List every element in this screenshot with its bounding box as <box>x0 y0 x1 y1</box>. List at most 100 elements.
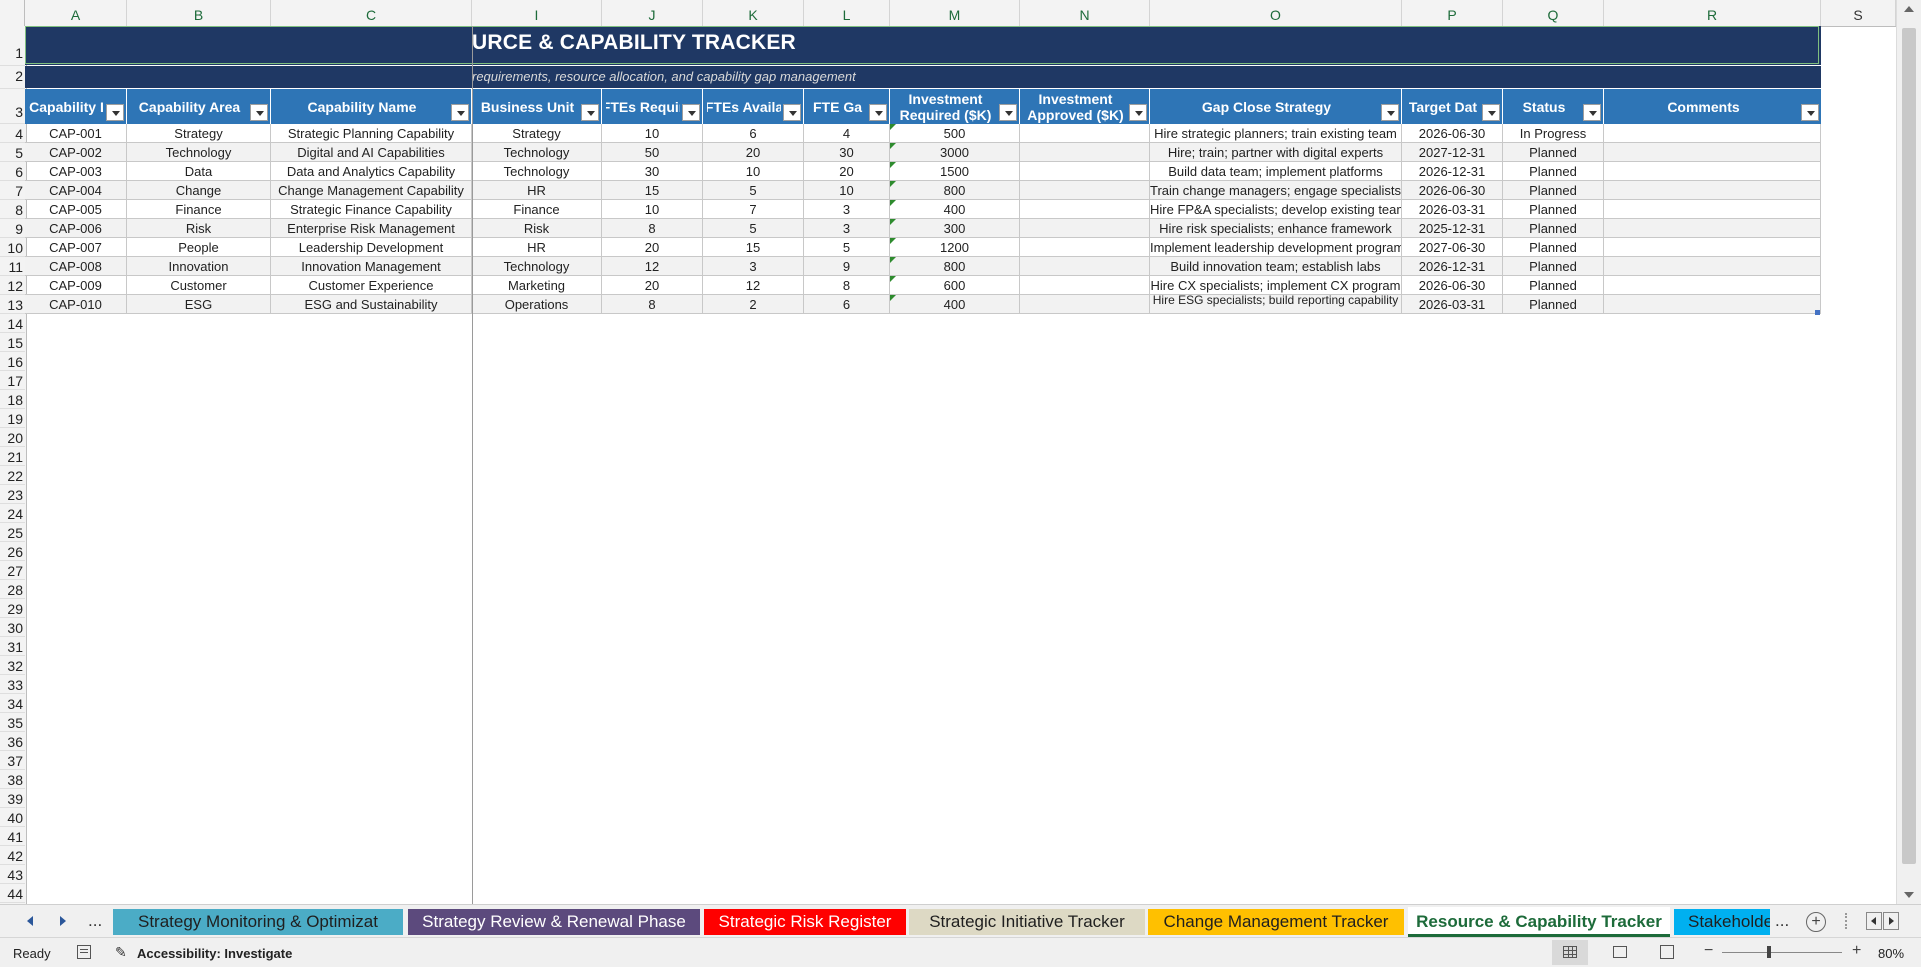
table-cell[interactable] <box>1604 200 1821 219</box>
error-indicator-icon[interactable] <box>890 124 896 130</box>
error-indicator-icon[interactable] <box>890 238 896 244</box>
table-cell[interactable] <box>1020 276 1150 295</box>
table-cell[interactable] <box>1020 200 1150 219</box>
table-cell[interactable]: 3 <box>804 200 890 219</box>
table-cell[interactable]: Marketing <box>472 276 602 295</box>
row-header[interactable]: 29 <box>0 599 25 618</box>
table-cell[interactable]: 2026-06-30 <box>1402 276 1503 295</box>
table-cell[interactable]: Leadership Development <box>271 238 472 257</box>
filter-dropdown-icon[interactable] <box>1129 104 1147 121</box>
filter-dropdown-icon[interactable] <box>783 104 801 121</box>
table-cell[interactable] <box>1020 219 1150 238</box>
row-header[interactable]: 42 <box>0 846 25 865</box>
tab-strategy-review[interactable]: Strategy Review & Renewal Phase <box>408 909 700 935</box>
row-header[interactable]: 40 <box>0 808 25 827</box>
vertical-scrollbar[interactable] <box>1896 0 1921 904</box>
error-indicator-icon[interactable] <box>890 219 896 225</box>
hscroll-right-button[interactable] <box>1883 912 1899 930</box>
table-cell[interactable]: Planned <box>1503 276 1604 295</box>
table-cell[interactable]: Hire CX specialists; implement CX progra… <box>1150 276 1402 295</box>
table-cell[interactable]: 20 <box>703 143 804 162</box>
table-cell[interactable]: People <box>127 238 271 257</box>
page-break-preview-icon[interactable] <box>1660 945 1674 959</box>
row-header[interactable]: 37 <box>0 751 25 770</box>
table-cell[interactable] <box>1604 295 1821 314</box>
table-cell[interactable]: 12 <box>703 276 804 295</box>
filter-dropdown-icon[interactable] <box>999 104 1017 121</box>
table-cell[interactable]: 30 <box>602 162 703 181</box>
column-header-s[interactable]: S <box>1821 0 1896 26</box>
row-header[interactable]: 18 <box>0 390 25 409</box>
row-header[interactable]: 6 <box>0 162 25 181</box>
table-cell[interactable]: 5 <box>703 181 804 200</box>
hscroll-left-button[interactable] <box>1866 912 1882 930</box>
table-cell[interactable]: 20 <box>602 238 703 257</box>
table-cell[interactable]: 12 <box>602 257 703 276</box>
table-cell[interactable]: Planned <box>1503 238 1604 257</box>
table-cell[interactable]: Risk <box>127 219 271 238</box>
row-header[interactable]: 43 <box>0 865 25 884</box>
table-cell[interactable]: Hire ESG specialists; build reporting ca… <box>1150 295 1402 314</box>
select-all-corner[interactable] <box>0 0 25 26</box>
column-header-l[interactable]: L <box>804 0 890 26</box>
table-cell[interactable] <box>1020 295 1150 314</box>
row-header[interactable]: 28 <box>0 580 25 599</box>
column-header-o[interactable]: O <box>1150 0 1402 26</box>
row-header[interactable]: 30 <box>0 618 25 637</box>
accessibility-status[interactable]: Accessibility: Investigate <box>137 946 292 961</box>
table-cell[interactable]: 2026-06-30 <box>1402 124 1503 143</box>
table-cell[interactable]: ESG and Sustainability <box>271 295 472 314</box>
row-header[interactable]: 12 <box>0 276 25 295</box>
table-cell[interactable] <box>1020 162 1150 181</box>
row-header[interactable]: 3 <box>0 89 25 124</box>
error-indicator-icon[interactable] <box>890 276 896 282</box>
table-cell[interactable]: Implement leadership development program <box>1150 238 1402 257</box>
table-cell[interactable]: 400 <box>890 295 1020 314</box>
row-header[interactable]: 13 <box>0 295 25 314</box>
row-header[interactable]: 4 <box>0 124 25 143</box>
zoom-slider-thumb[interactable] <box>1767 946 1771 958</box>
table-cell[interactable]: 300 <box>890 219 1020 238</box>
table-cell[interactable]: ESG <box>127 295 271 314</box>
table-cell[interactable]: 5 <box>804 238 890 257</box>
tab-scroll-left-icon[interactable] <box>27 916 33 926</box>
table-cell[interactable]: Finance <box>472 200 602 219</box>
table-cell[interactable]: 2027-12-31 <box>1402 143 1503 162</box>
table-cell[interactable]: 2026-12-31 <box>1402 162 1503 181</box>
table-cell[interactable]: CAP-001 <box>25 124 127 143</box>
error-indicator-icon[interactable] <box>890 295 896 301</box>
table-cell[interactable]: Hire; train; partner with digital expert… <box>1150 143 1402 162</box>
row-header[interactable]: 16 <box>0 352 25 371</box>
table-cell[interactable]: CAP-002 <box>25 143 127 162</box>
row-header[interactable]: 39 <box>0 789 25 808</box>
filter-dropdown-icon[interactable] <box>1801 104 1819 121</box>
table-cell[interactable]: Planned <box>1503 143 1604 162</box>
table-cell[interactable]: 2026-06-30 <box>1402 181 1503 200</box>
macro-recorder-icon[interactable] <box>77 945 91 959</box>
table-cell[interactable]: 9 <box>804 257 890 276</box>
table-cell[interactable]: Planned <box>1503 200 1604 219</box>
tab-strategic-risk-register[interactable]: Strategic Risk Register <box>704 909 906 935</box>
row-header[interactable]: 5 <box>0 143 25 162</box>
table-cell[interactable] <box>1604 219 1821 238</box>
table-cell[interactable]: Customer Experience <box>271 276 472 295</box>
table-cell[interactable]: 8 <box>602 295 703 314</box>
table-cell[interactable]: Hire strategic planners; train existing … <box>1150 124 1402 143</box>
tab-strategy-monitoring[interactable]: Strategy Monitoring & Optimizat <box>113 909 403 935</box>
table-cell[interactable]: 600 <box>890 276 1020 295</box>
row-header[interactable]: 21 <box>0 447 25 466</box>
table-cell[interactable]: 500 <box>890 124 1020 143</box>
column-header-i[interactable]: I <box>472 0 602 26</box>
filter-dropdown-icon[interactable] <box>581 104 599 121</box>
table-cell[interactable]: 10 <box>703 162 804 181</box>
row-header[interactable]: 15 <box>0 333 25 352</box>
table-cell[interactable]: 30 <box>804 143 890 162</box>
row-header[interactable]: 38 <box>0 770 25 789</box>
table-cell[interactable]: 3000 <box>890 143 1020 162</box>
zoom-in-icon[interactable]: + <box>1852 942 1861 960</box>
table-cell[interactable]: 4 <box>804 124 890 143</box>
filter-dropdown-icon[interactable] <box>451 104 469 121</box>
table-cell[interactable]: 8 <box>602 219 703 238</box>
row-header[interactable]: 20 <box>0 428 25 447</box>
table-cell[interactable]: Finance <box>127 200 271 219</box>
